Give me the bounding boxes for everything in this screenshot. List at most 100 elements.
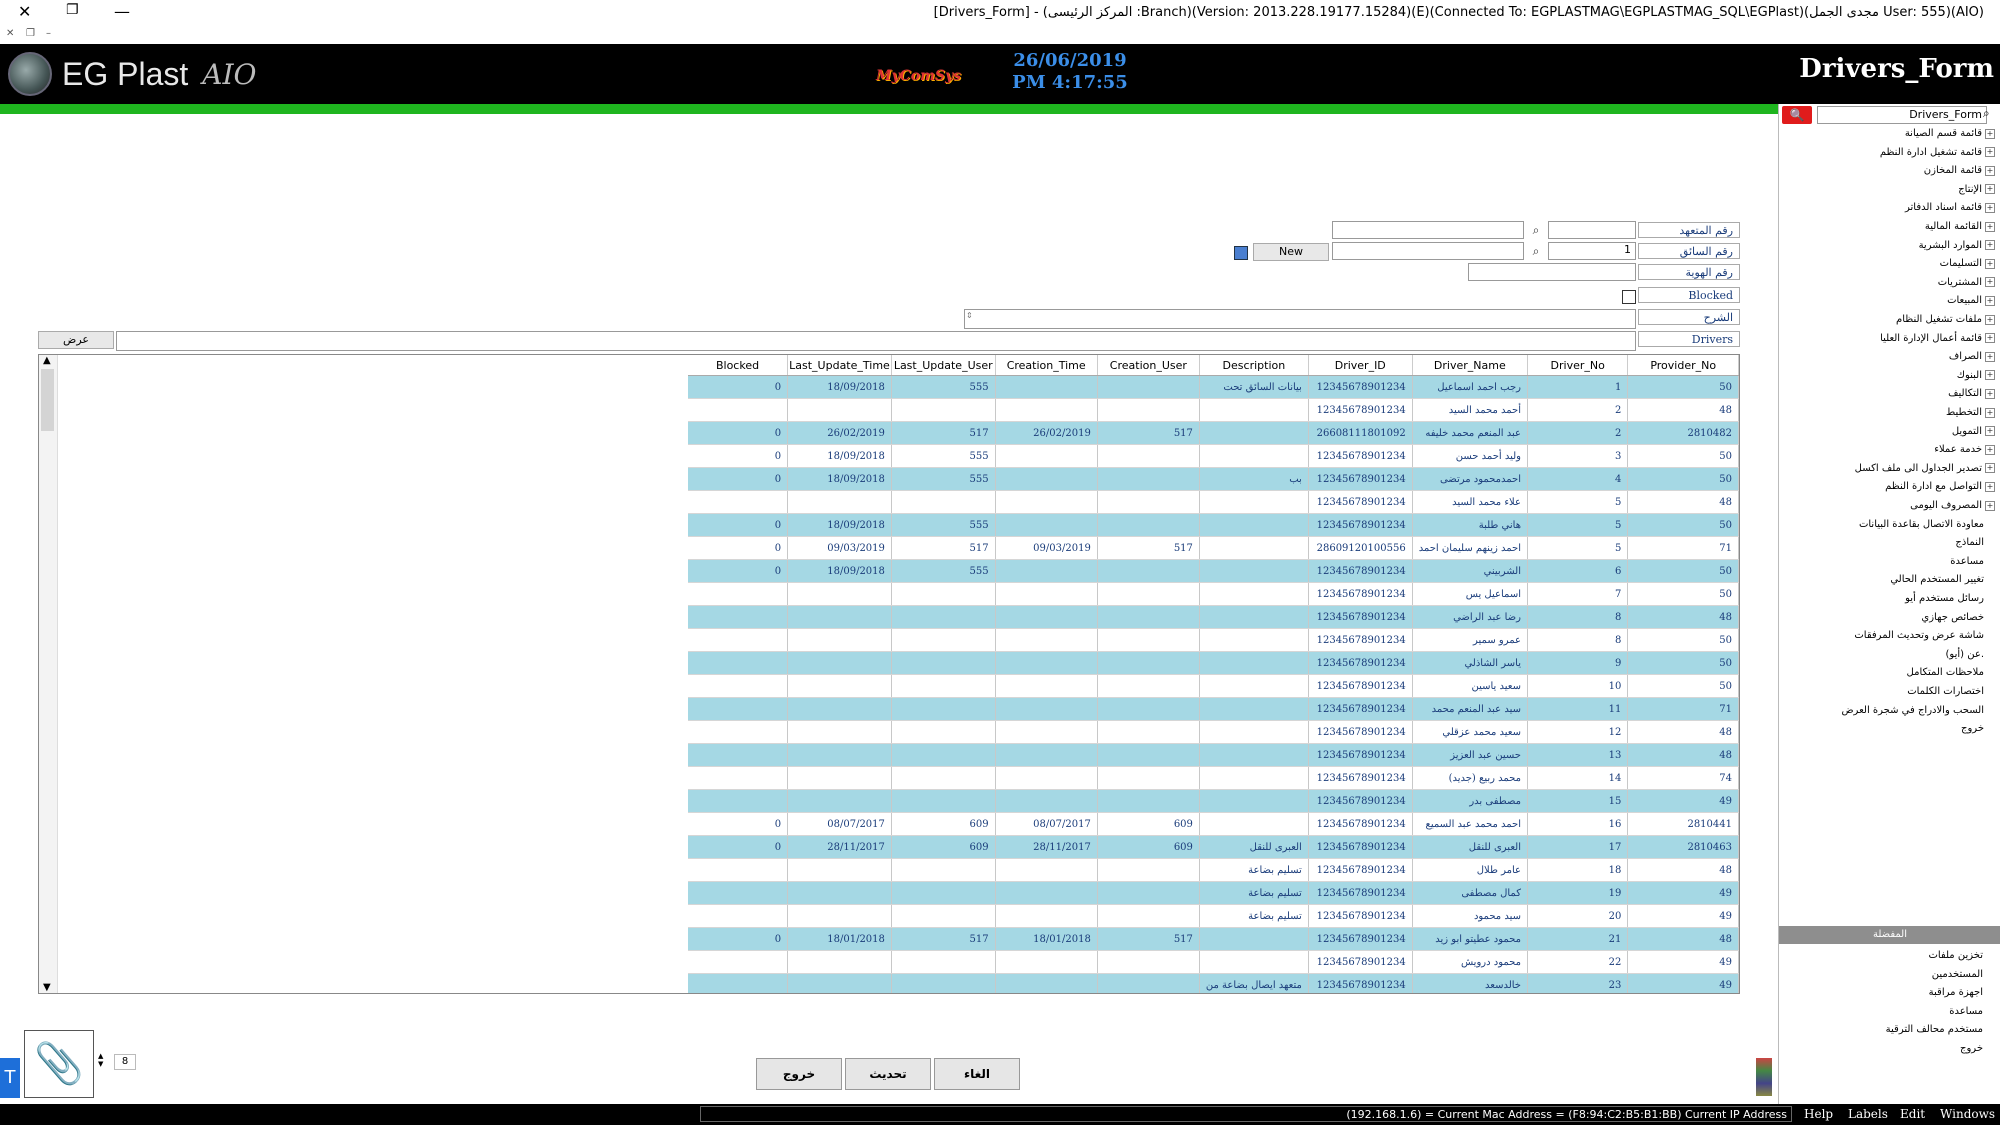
cell-blocked[interactable]	[688, 697, 789, 721]
cell-name[interactable]: احمد زينهم سليمان احمد	[1412, 536, 1528, 560]
table-row[interactable]: 0 18/09/2018 555 12345678901234 الشربيني 6 50	[688, 559, 1739, 583]
cell-ct[interactable]	[995, 881, 1098, 905]
cell-ct[interactable]	[995, 858, 1098, 882]
table-row[interactable]: تسليم بضاعة 12345678901234 عامر طلال 18 48	[688, 858, 1739, 882]
cell-name[interactable]: هاني طلبة	[1412, 513, 1528, 537]
contractor-name-input[interactable]	[1332, 221, 1524, 239]
cell-prov[interactable]: 49	[1627, 950, 1739, 974]
cell-cu[interactable]	[1097, 444, 1200, 468]
cell-name[interactable]: احمد محمد عبد السميع	[1412, 812, 1528, 836]
expand-plus-icon[interactable]: +	[1985, 333, 1995, 344]
favorite-item[interactable]: اجهزة مراقبة	[1929, 987, 1983, 998]
column-header[interactable]: Provider_No	[1627, 355, 1739, 376]
cell-blocked[interactable]: 0	[688, 467, 789, 491]
cell-no[interactable]: 20	[1527, 904, 1629, 928]
cell-blocked[interactable]: 0	[688, 835, 789, 859]
cell-luu[interactable]	[891, 743, 996, 767]
cell-lut[interactable]	[787, 628, 892, 652]
cell-lut[interactable]	[787, 582, 892, 606]
cell-id[interactable]: 12345678901234	[1308, 628, 1413, 652]
mdi-restore-icon[interactable]: ❐	[26, 28, 35, 39]
cell-id[interactable]: 12345678901234	[1308, 881, 1413, 905]
expand-plus-icon[interactable]: +	[1985, 426, 1995, 437]
cell-lut[interactable]: 18/09/2018	[787, 444, 892, 468]
cell-ct[interactable]	[995, 720, 1098, 744]
cell-prov[interactable]: 71	[1627, 536, 1739, 560]
cell-id[interactable]: 28609120100556	[1308, 536, 1413, 560]
table-row[interactable]: 0 09/03/2019 517 09/03/2019 517 2860912010055…	[688, 536, 1739, 560]
new-button[interactable]: New	[1253, 243, 1329, 261]
cell-cu[interactable]	[1097, 766, 1200, 790]
expand-plus-icon[interactable]: +	[1985, 165, 1995, 176]
cell-name[interactable]: عامر طلال	[1412, 858, 1528, 882]
cell-name[interactable]: العبرى للنقل	[1412, 835, 1528, 859]
table-row[interactable]: 0 08/07/2017 609 08/07/2017 609 1234567890123…	[688, 812, 1739, 836]
cell-prov[interactable]: 50	[1627, 513, 1739, 537]
id-no-input[interactable]	[1468, 263, 1636, 281]
cell-desc[interactable]	[1199, 950, 1309, 974]
cell-cu[interactable]	[1097, 628, 1200, 652]
cell-name[interactable]: سيد عبد المنعم محمد	[1412, 697, 1528, 721]
tree-item[interactable]: القائمة المالية +	[1925, 221, 1995, 232]
cell-prov[interactable]: 49	[1627, 881, 1739, 905]
books-icon[interactable]	[1756, 1058, 1772, 1096]
cell-id[interactable]: 12345678901234	[1308, 720, 1413, 744]
cell-no[interactable]: 2	[1527, 421, 1629, 445]
cell-luu[interactable]: 555	[891, 444, 996, 468]
cell-name[interactable]: مصطفى بدر	[1412, 789, 1528, 813]
tree-item[interactable]: السحب والادراج في شجرة العرض	[1841, 705, 1995, 716]
cell-cu[interactable]	[1097, 375, 1200, 399]
scroll-up-icon[interactable]: ▲	[43, 355, 51, 366]
cell-blocked[interactable]	[688, 674, 789, 698]
column-header[interactable]: Driver_No	[1527, 355, 1629, 376]
cell-lut[interactable]	[787, 766, 892, 790]
cell-lut[interactable]	[787, 950, 892, 974]
cell-luu[interactable]: 609	[891, 835, 996, 859]
cell-ct[interactable]	[995, 697, 1098, 721]
driver-name-input[interactable]	[1332, 242, 1524, 260]
table-row[interactable]: 12345678901234 محمود درويش 22 49	[688, 950, 1739, 974]
tree-item[interactable]: قائمة اسناد الدفاتر +	[1905, 202, 1995, 213]
cell-no[interactable]: 22	[1527, 950, 1629, 974]
cell-blocked[interactable]	[688, 950, 789, 974]
cell-no[interactable]: 11	[1527, 697, 1629, 721]
cell-luu[interactable]	[891, 605, 996, 629]
column-header[interactable]: Driver_Name	[1412, 355, 1528, 376]
restore-icon[interactable]: ❐	[66, 2, 79, 18]
cell-ct[interactable]	[995, 628, 1098, 652]
cell-cu[interactable]	[1097, 651, 1200, 675]
expand-plus-icon[interactable]: +	[1985, 481, 1995, 492]
cell-id[interactable]: 12345678901234	[1308, 582, 1413, 606]
cell-desc[interactable]	[1199, 421, 1309, 445]
tree-item[interactable]: النماذج	[1955, 537, 1995, 548]
tree-item[interactable]: التمويل +	[1952, 426, 1995, 437]
cell-blocked[interactable]: 0	[688, 513, 789, 537]
expand-plus-icon[interactable]: +	[1985, 147, 1995, 158]
cell-blocked[interactable]	[688, 904, 789, 928]
cell-blocked[interactable]	[688, 582, 789, 606]
refresh-button[interactable]: تحديث	[845, 1058, 931, 1090]
cell-prov[interactable]: 50	[1627, 628, 1739, 652]
cell-blocked[interactable]	[688, 973, 789, 993]
cell-lut[interactable]: 26/02/2019	[787, 421, 892, 445]
cell-lut[interactable]: 18/01/2018	[787, 927, 892, 951]
cell-name[interactable]: رضا عبد الراضي	[1412, 605, 1528, 629]
cell-blocked[interactable]: 0	[688, 444, 789, 468]
expand-plus-icon[interactable]: +	[1985, 295, 1995, 306]
cell-prov[interactable]: 50	[1627, 651, 1739, 675]
cell-lut[interactable]	[787, 881, 892, 905]
cell-id[interactable]: 26608111801092	[1308, 421, 1413, 445]
cell-lut[interactable]	[787, 789, 892, 813]
favorite-item[interactable]: خروج	[1960, 1043, 1983, 1054]
exit-button[interactable]: خروج	[756, 1058, 842, 1090]
cell-name[interactable]: سعيد محمد عزقلي	[1412, 720, 1528, 744]
cell-no[interactable]: 12	[1527, 720, 1629, 744]
cell-no[interactable]: 10	[1527, 674, 1629, 698]
cell-blocked[interactable]	[688, 766, 789, 790]
cell-desc[interactable]	[1199, 582, 1309, 606]
cell-name[interactable]: محمود درويش	[1412, 950, 1528, 974]
cell-prov[interactable]: 48	[1627, 720, 1739, 744]
column-header[interactable]: Description	[1199, 355, 1309, 376]
cell-no[interactable]: 5	[1527, 513, 1629, 537]
cell-luu[interactable]	[891, 651, 996, 675]
